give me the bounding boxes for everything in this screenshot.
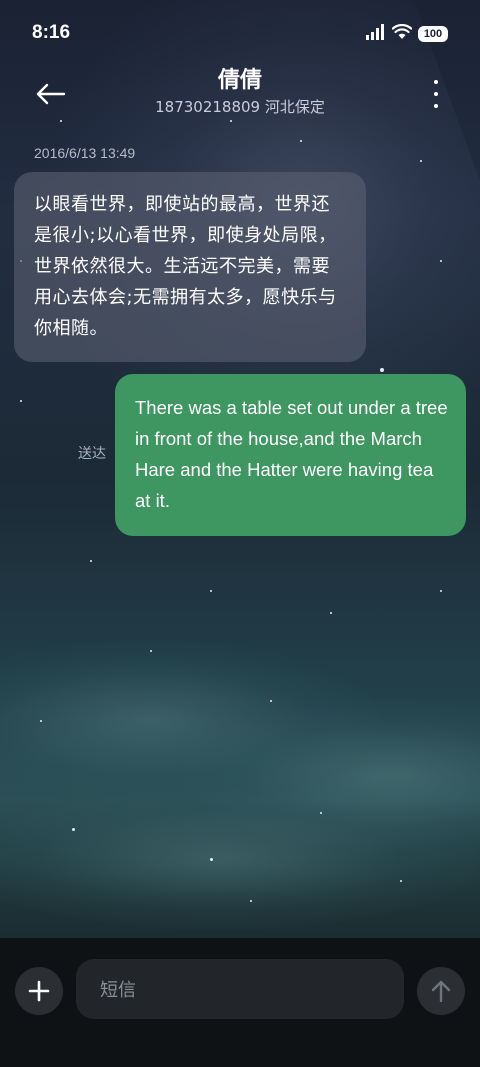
send-button[interactable] [417,967,465,1015]
plus-icon [28,980,50,1002]
star [400,880,402,882]
contact-number-location: 18730218809 河北保定 [155,98,325,116]
status-bar: 8:16 100 [0,0,480,66]
add-attachment-button[interactable] [15,967,63,1015]
back-button[interactable] [30,78,70,110]
status-icons: 100 [366,23,448,44]
star [420,160,422,162]
send-arrow-up-icon [431,980,451,1003]
star [270,700,272,702]
star [300,140,302,142]
star [72,828,75,831]
star [90,560,92,562]
incoming-message-bubble[interactable]: 以眼看世界，即使站的最高，世界还是很小;以心看世界，即使身处局限，世界依然很大。… [14,172,366,362]
star [330,612,332,614]
star [250,900,252,902]
star [20,400,22,402]
star [40,720,42,722]
delivery-status: 送达 [78,446,106,462]
star [210,590,212,592]
back-arrow-icon [36,83,66,105]
status-time: 8:16 [32,22,71,43]
wifi-icon [391,23,413,44]
star [320,812,322,814]
star [150,650,152,652]
more-vertical-icon [434,80,438,84]
signal-icon [366,24,386,44]
sms-input-placeholder: 短信 [100,980,136,1001]
contact-title-block: 倩倩 18730218809 河北保定 [100,66,380,118]
cloud-band-3 [0,790,480,930]
battery-icon: 100 [418,26,448,42]
contact-name: 倩倩 [217,68,262,93]
outgoing-message-bubble[interactable]: There was a table set out under a tree i… [115,374,466,536]
star [440,260,442,262]
composer-bar: 短信 [0,938,480,1067]
star [380,368,384,372]
star [440,590,442,592]
star [210,858,213,861]
conversation-header: 倩倩 18730218809 河北保定 [0,66,480,130]
message-timestamp: 2016/6/13 13:49 [34,145,136,161]
sms-input-field[interactable]: 短信 [76,959,404,1019]
more-options-button[interactable] [428,80,444,108]
